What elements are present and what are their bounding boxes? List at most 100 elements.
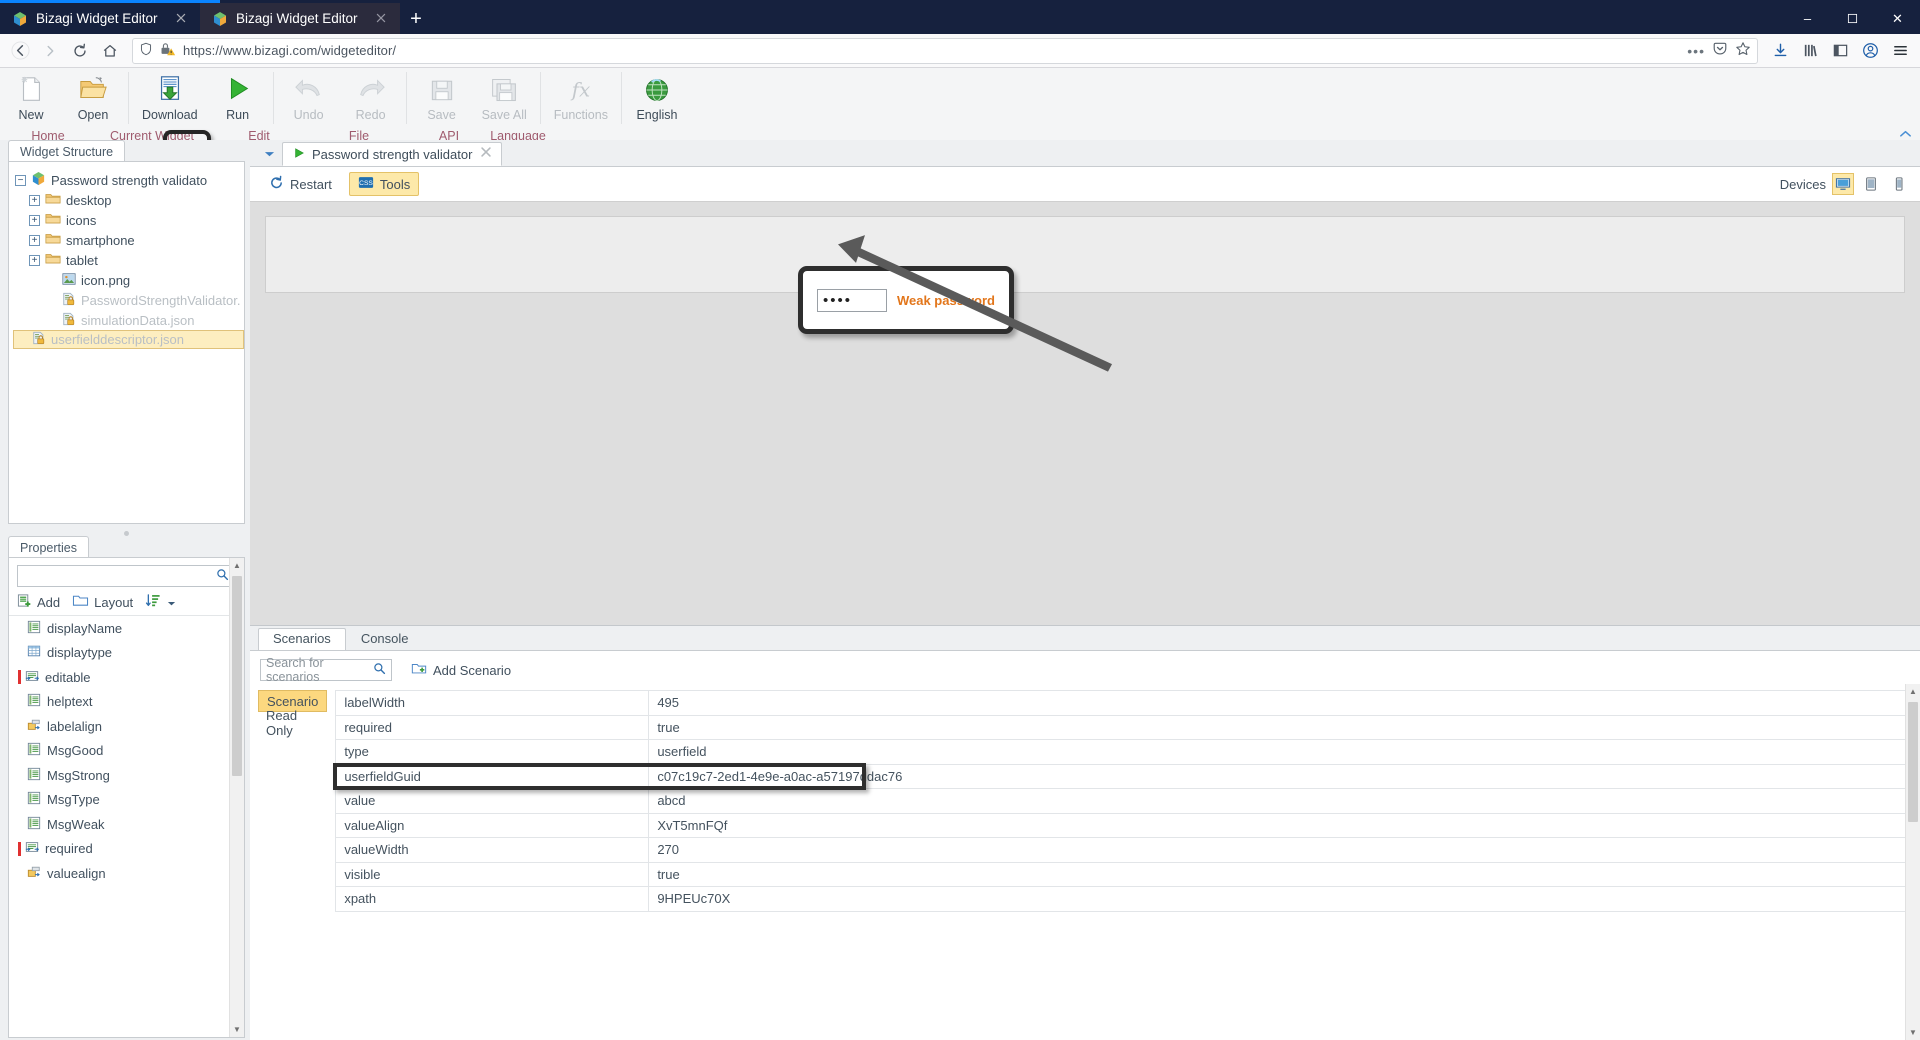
tab-properties[interactable]: Properties [8,536,89,558]
star-icon[interactable] [1735,41,1751,60]
property-item-displayname[interactable]: displayName [9,616,244,641]
property-item-msgweak[interactable]: MsgWeak [9,812,244,837]
property-value[interactable]: XvT5mnFQf [648,812,1920,838]
property-value[interactable]: 9HPEUc70X [648,886,1920,912]
property-item-msgstrong[interactable]: MsgStrong [9,763,244,788]
property-item-required[interactable]: required [9,837,244,862]
property-item-msggood[interactable]: MsgGood [9,739,244,764]
scroll-up-arrow-icon[interactable]: ▲ [230,558,244,573]
property-item-editable[interactable]: editable [9,665,244,690]
property-item-msgtype[interactable]: MsgType [9,788,244,813]
tree-expander-icon[interactable]: − [15,174,26,186]
smartphone-device-icon[interactable] [1888,173,1910,195]
tree-item-simulationdata-json[interactable]: simulationData.json [46,310,244,330]
tree-item-desktop[interactable]: + desktop [29,190,244,210]
language-button[interactable]: English [626,72,688,122]
tree-item-password-strength-validato[interactable]: − Password strength validato [15,170,244,190]
search-input[interactable] [17,565,236,587]
reload-icon[interactable] [66,37,94,65]
search-icon[interactable] [373,662,386,678]
layout-button[interactable]: Layout [72,593,133,611]
close-window-button[interactable]: ✕ [1875,3,1920,34]
tree-item-userfielddescriptor-json[interactable]: userfielddescriptor.json [13,330,244,349]
property-value[interactable]: true [648,861,1920,887]
scenario-search-input[interactable]: Search for scenarios [260,656,392,684]
property-value[interactable]: abcd [648,788,1920,814]
run-button[interactable]: Run [207,72,269,122]
tree-expander-icon[interactable]: + [29,254,40,266]
property-item-helptext[interactable]: helptext [9,690,244,715]
pocket-icon[interactable] [1712,41,1728,60]
undo-button[interactable]: Undo [278,72,340,122]
shield-icon[interactable] [139,42,153,59]
new-button[interactable]: New [0,72,62,122]
address-bar[interactable]: https://www.bizagi.com/widgeteditor/ ••• [132,37,1758,64]
account-icon[interactable] [1856,37,1884,65]
property-value[interactable]: userfield [648,739,1920,765]
table-row[interactable]: valueWidth 270 [335,837,1920,863]
close-icon[interactable] [174,11,190,27]
hamburger-menu-icon[interactable] [1886,37,1914,65]
restart-button[interactable]: Restart [260,171,341,197]
table-row[interactable]: xpath 9HPEUc70X [335,886,1920,912]
maximize-button[interactable] [1830,3,1875,34]
minimize-button[interactable]: – [1785,3,1830,34]
table-row[interactable]: userfieldGuid c07c19c7-2ed1-4e9e-a0ac-a57… [335,763,1920,789]
table-row[interactable]: value abcd [335,788,1920,814]
table-row[interactable]: type userfield [335,739,1920,765]
scroll-down-arrow-icon[interactable]: ▼ [1906,1025,1920,1040]
tree-expander-icon[interactable]: + [29,234,40,246]
redo-button[interactable]: Redo [340,72,402,122]
table-row[interactable]: visible true [335,861,1920,887]
properties-scrollbar[interactable]: ▲ ▼ [229,558,244,1037]
lock-warning-icon[interactable] [160,42,176,59]
property-item-displaytype[interactable]: displaytype [9,641,244,666]
page-actions-icon[interactable]: ••• [1687,43,1705,59]
download-button[interactable]: Download [133,72,207,122]
scrollbar-thumb[interactable] [1908,702,1918,822]
close-icon[interactable] [374,11,390,27]
scenario-scrollbar[interactable]: ▲ ▼ [1905,684,1920,1040]
new-tab-button[interactable]: + [400,3,432,34]
table-row[interactable]: valueAlign XvT5mnFQf [335,812,1920,838]
functions-button[interactable]: fx Functions [545,72,617,123]
save-all-button[interactable]: Save All [473,72,536,122]
browser-tab-1[interactable]: Bizagi Widget Editor [0,3,200,34]
tab-widget-structure[interactable]: Widget Structure [8,140,126,162]
save-button[interactable]: Save [411,72,473,122]
tree-expander-icon[interactable]: + [29,194,40,206]
scrollbar-thumb[interactable] [232,576,242,776]
property-value[interactable]: 495 [648,690,1920,716]
back-icon[interactable] [6,37,34,65]
sidebar-icon[interactable] [1826,37,1854,65]
close-icon[interactable] [479,145,493,163]
scroll-down-arrow-icon[interactable]: ▼ [230,1022,244,1037]
tab-scenarios[interactable]: Scenarios [258,628,346,650]
password-input[interactable]: •••• [817,288,887,312]
tree-expander-icon[interactable]: + [29,214,40,226]
property-value[interactable]: 270 [648,837,1920,863]
chevron-down-icon[interactable] [256,142,282,166]
property-item-labelalign[interactable]: labelalign [9,714,244,739]
open-button[interactable]: Open [62,72,124,122]
browser-tab-2[interactable]: Bizagi Widget Editor [200,3,400,34]
tools-button[interactable]: CSS Tools [348,172,420,196]
home-icon[interactable] [96,37,124,65]
search-icon[interactable] [216,568,229,584]
tree-item-passwordstrengthvalidator[interactable]: PasswordStrengthValidator. [46,290,244,310]
sort-button[interactable] [145,593,176,611]
tree-item-tablet[interactable]: + tablet [29,250,244,270]
forward-icon[interactable] [36,37,64,65]
add-scenario-button[interactable]: Add Scenario [402,657,520,683]
tablet-device-icon[interactable] [1860,173,1882,195]
tree-item-icons[interactable]: + icons [29,210,244,230]
property-value[interactable]: true [648,714,1920,740]
sort-caret-icon[interactable] [167,595,176,610]
table-row[interactable]: labelWidth 495 [335,690,1920,716]
table-row[interactable]: required true [335,714,1920,740]
property-value[interactable]: c07c19c7-2ed1-4e9e-a0ac-a57197ddac76 [648,763,1920,789]
tree-item-smartphone[interactable]: + smartphone [29,230,244,250]
scenario-item-read-only[interactable]: Read Only [258,708,327,738]
property-item-valuealign[interactable]: valuealign [9,861,244,886]
library-icon[interactable] [1796,37,1824,65]
